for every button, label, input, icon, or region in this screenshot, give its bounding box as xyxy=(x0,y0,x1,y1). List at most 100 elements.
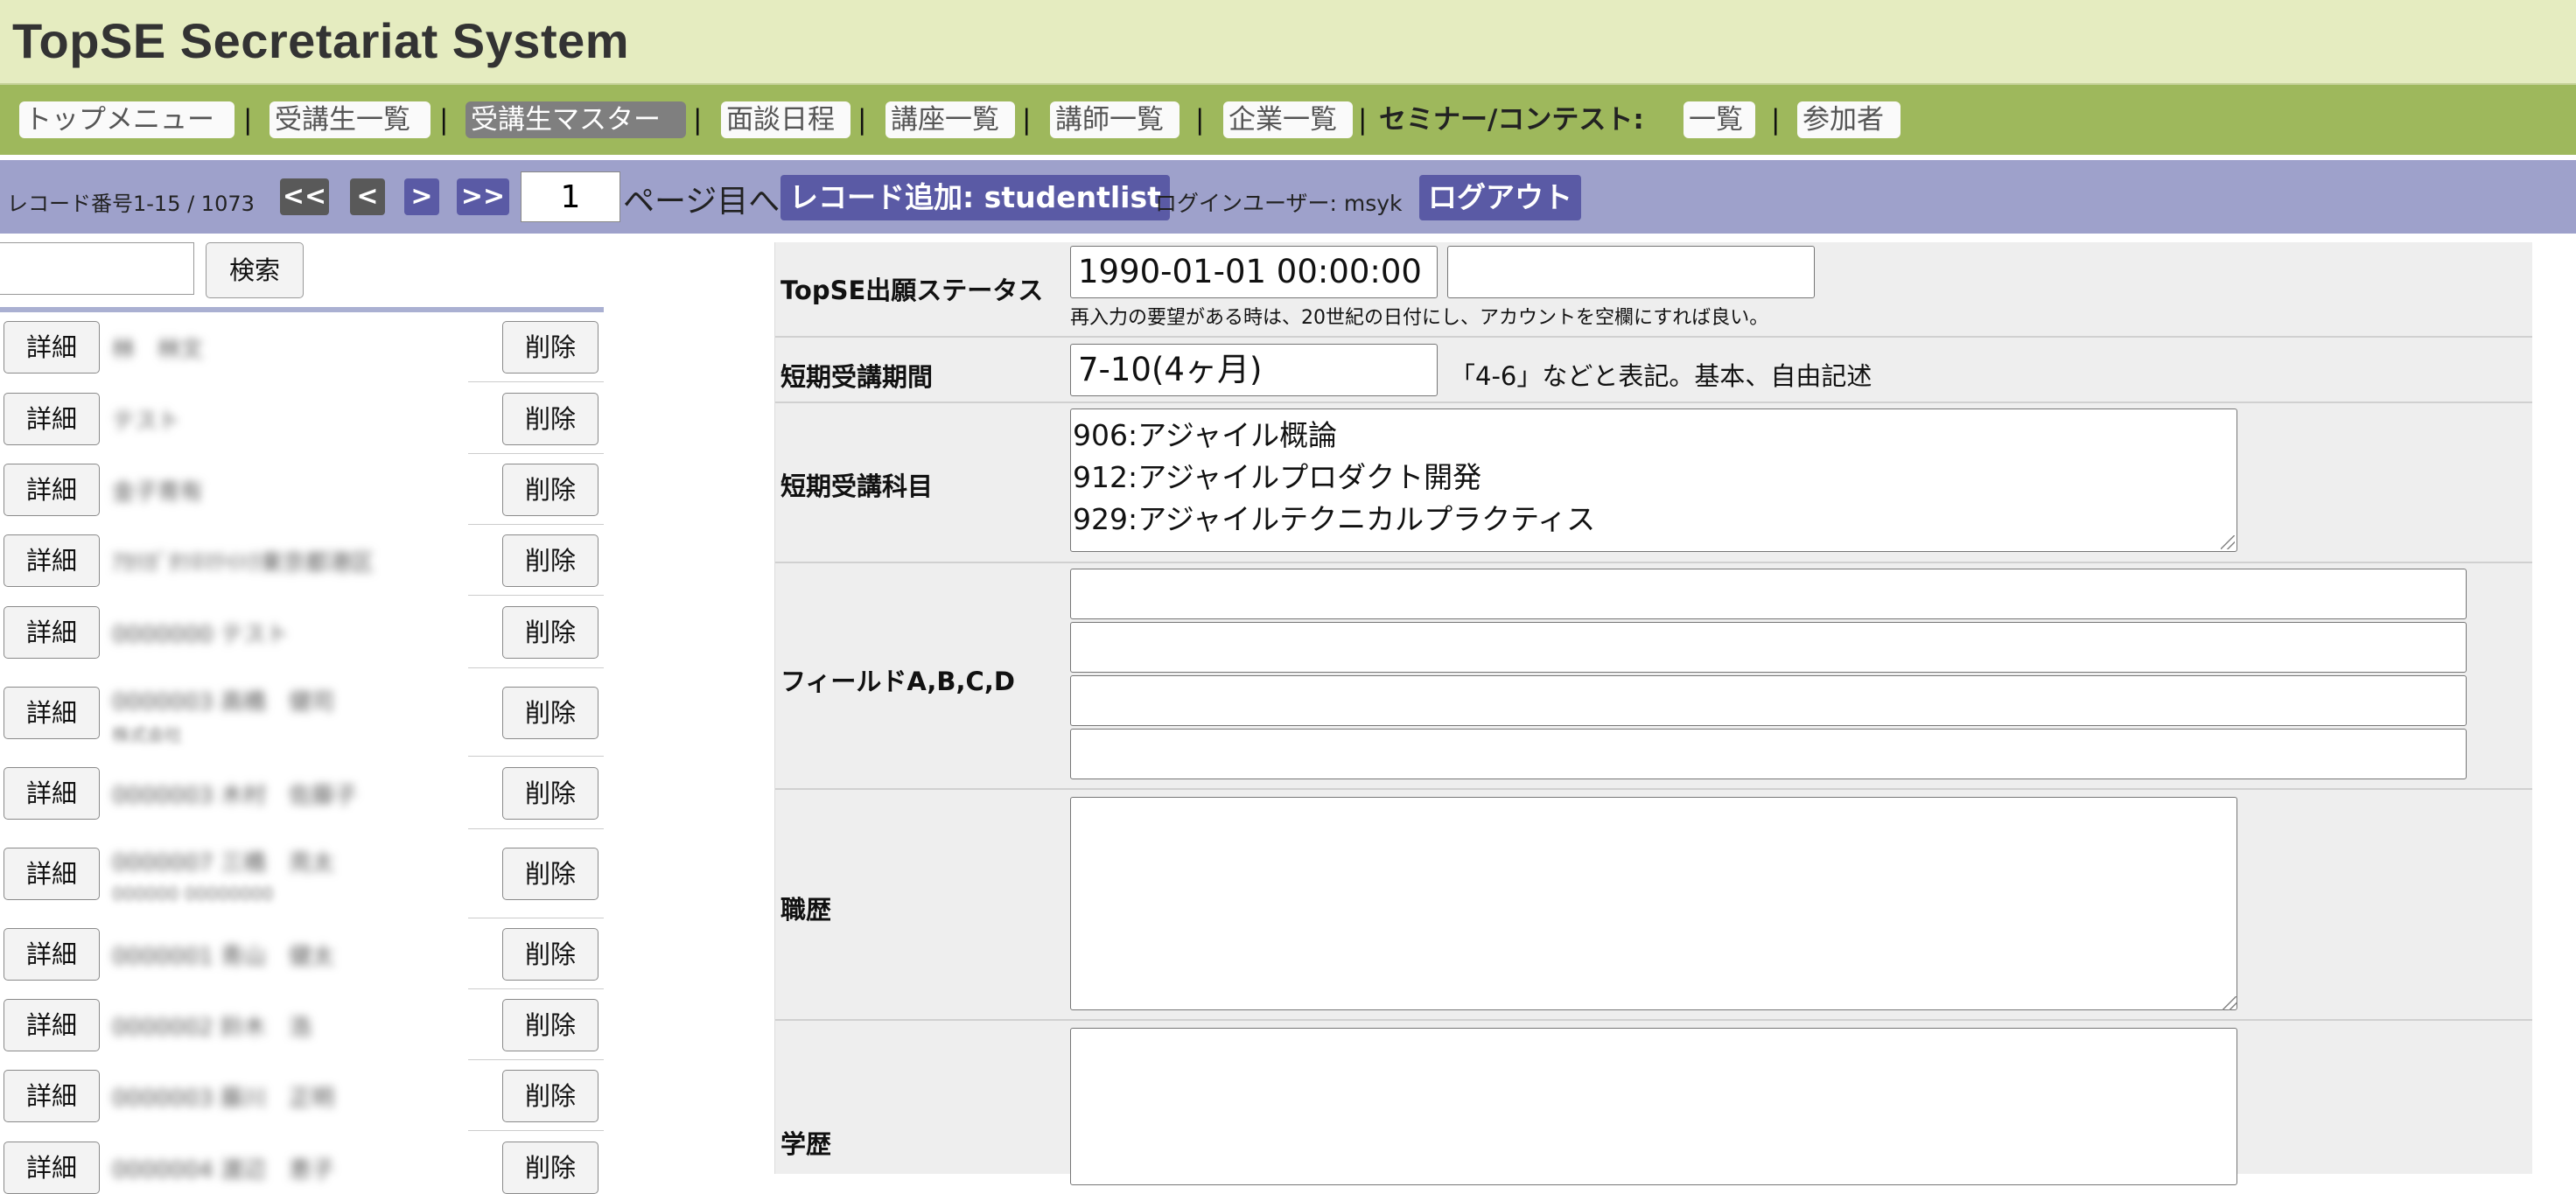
nav-separator: | xyxy=(243,104,253,136)
record-detail-form: TopSE出願ステータス 1990-01-01 00:00:00 再入力の要望が… xyxy=(774,242,2532,1185)
detail-button[interactable]: 詳細 xyxy=(4,534,100,587)
subjects-textarea[interactable]: 906:アジャイル概論 912:アジャイルプロダクト開発 929:アジャイルテク… xyxy=(1070,408,2237,552)
fields-row: フィールドA,B,C,D xyxy=(775,563,2532,790)
detail-button[interactable]: 詳細 xyxy=(4,606,100,659)
delete-button[interactable]: 削除 xyxy=(502,1142,598,1194)
detail-button[interactable]: 詳細 xyxy=(4,393,100,445)
education-label: 学歴 xyxy=(780,1129,832,1159)
list-item: 詳細 金子育有 削除 xyxy=(0,454,604,525)
delete-button[interactable]: 削除 xyxy=(502,928,598,981)
education-textarea[interactable] xyxy=(1070,1028,2237,1185)
delete-button[interactable]: 削除 xyxy=(502,464,598,516)
list-item: 詳細 0000002 鈴木 浩 削除 xyxy=(0,989,604,1060)
list-item: 詳細 0000007 三橋 亮太 000000 00000000 削除 xyxy=(0,829,604,918)
nav-seminar-list[interactable]: 一覧 xyxy=(1684,101,1755,138)
delete-button[interactable]: 削除 xyxy=(502,606,598,659)
resize-handle-icon[interactable] xyxy=(2222,996,2236,1010)
detail-button[interactable]: 詳細 xyxy=(4,999,100,1051)
nav-separator: | xyxy=(1195,104,1205,136)
record-name: 金子育有 xyxy=(112,479,204,506)
page-number-input[interactable] xyxy=(521,171,620,222)
period-input[interactable]: 7-10(4ヶ月) xyxy=(1070,344,1438,396)
nav-lecturer-list[interactable]: 講師一覧 xyxy=(1050,101,1180,138)
nav-course-list[interactable]: 講座一覧 xyxy=(886,101,1015,138)
detail-button[interactable]: 詳細 xyxy=(4,687,100,739)
list-item: 詳細 林 林文 削除 xyxy=(0,312,604,382)
career-label: 職歴 xyxy=(780,895,832,925)
delete-button[interactable]: 削除 xyxy=(502,321,598,374)
detail-button[interactable]: 詳細 xyxy=(4,848,100,900)
record-name: 0000003 木村 佐藤子 xyxy=(112,783,358,809)
delete-button[interactable]: 削除 xyxy=(502,393,598,445)
nav-participants[interactable]: 参加者 xyxy=(1797,101,1900,138)
delete-button[interactable]: 削除 xyxy=(502,848,598,900)
nav-interview-schedule[interactable]: 面談日程 xyxy=(721,101,850,138)
field-b-input[interactable] xyxy=(1070,622,2467,673)
record-name: 0000003 高橋 健司 xyxy=(112,689,335,716)
delete-button[interactable]: 削除 xyxy=(502,767,598,820)
detail-button[interactable]: 詳細 xyxy=(4,1070,100,1122)
login-user: ログインユーザー: msyk xyxy=(1155,191,1403,216)
main-nav: トップメニュー | 受講生一覧 | 受講生マスター | 面談日程 | 講座一覧 … xyxy=(0,85,2576,160)
delete-button[interactable]: 削除 xyxy=(502,687,598,739)
nav-separator: | xyxy=(1771,104,1781,136)
field-a-input[interactable] xyxy=(1070,569,2467,619)
first-page-button[interactable]: << xyxy=(280,178,329,215)
nav-separator: | xyxy=(1022,104,1032,136)
nav-separator: | xyxy=(858,104,867,136)
list-item: 詳細 ｱｶﾘｶﾞﾀﾂﾈﾏﾃｲﾊﾗ東京都港区 削除 xyxy=(0,525,604,596)
record-subtext: 000000 00000000 xyxy=(112,883,274,904)
field-d-input[interactable] xyxy=(1070,729,2467,779)
record-name: 0000001 青山 健太 xyxy=(112,944,335,970)
resize-handle-icon[interactable] xyxy=(2221,535,2235,549)
period-label: 短期受講期間 xyxy=(780,362,934,392)
nav-separator: | xyxy=(1358,104,1368,136)
nav-top-menu[interactable]: トップメニュー xyxy=(19,101,234,138)
status-account-input[interactable] xyxy=(1447,246,1815,298)
record-name: 0000002 鈴木 浩 xyxy=(112,1015,312,1041)
search-button[interactable]: 検索 xyxy=(206,242,304,298)
status-date-input[interactable]: 1990-01-01 00:00:00 xyxy=(1070,246,1438,298)
record-range: レコード番号1-15 / 1073 xyxy=(7,192,255,216)
record-subtext: 株式会社 xyxy=(112,724,182,745)
subject-line: 912:アジャイルプロダクト開発 xyxy=(1073,460,1482,494)
list-item: 詳細 0000001 青山 健太 削除 xyxy=(0,918,604,989)
detail-button[interactable]: 詳細 xyxy=(4,321,100,374)
list-item: 詳細 0000003 高橋 健司 株式会社 削除 xyxy=(0,668,604,757)
next-page-button[interactable]: > xyxy=(404,178,439,215)
subjects-label: 短期受講科目 xyxy=(780,471,934,501)
detail-button[interactable]: 詳細 xyxy=(4,767,100,820)
detail-button[interactable]: 詳細 xyxy=(4,464,100,516)
nav-company-list[interactable]: 企業一覧 xyxy=(1223,101,1353,138)
record-name: 0000003 藤川 正明 xyxy=(112,1086,335,1112)
detail-button[interactable]: 詳細 xyxy=(4,1142,100,1194)
delete-button[interactable]: 削除 xyxy=(502,534,598,587)
last-page-button[interactable]: >> xyxy=(457,178,509,215)
search-input[interactable] xyxy=(0,242,194,295)
record-name: ｱｶﾘｶﾞﾀﾂﾈﾏﾃｲﾊﾗ東京都港区 xyxy=(112,550,374,576)
add-record-button[interactable]: レコード追加: studentlist xyxy=(780,175,1170,220)
prev-page-button[interactable]: < xyxy=(350,178,385,215)
detail-button[interactable]: 詳細 xyxy=(4,928,100,981)
record-name: 0000000 テスト xyxy=(112,622,290,648)
education-row: 学歴 xyxy=(775,1021,2532,1185)
subject-line: 929:アジャイルテクニカルプラクティス xyxy=(1073,502,1596,536)
list-item: 詳細 テスト 削除 xyxy=(0,382,604,454)
record-name: 0000007 三橋 亮太 xyxy=(112,850,335,876)
nav-student-list[interactable]: 受講生一覧 xyxy=(270,101,430,138)
nav-seminar-label: セミナー/コンテスト: xyxy=(1379,104,1644,136)
career-textarea[interactable] xyxy=(1070,797,2237,1010)
status-label: TopSE出願ステータス xyxy=(780,276,1044,305)
delete-button[interactable]: 削除 xyxy=(502,1070,598,1122)
nav-separator: | xyxy=(693,104,703,136)
field-c-input[interactable] xyxy=(1070,675,2467,726)
delete-button[interactable]: 削除 xyxy=(502,999,598,1051)
list-item: 詳細 0000003 木村 佐藤子 削除 xyxy=(0,757,604,829)
status-row: TopSE出願ステータス 1990-01-01 00:00:00 再入力の要望が… xyxy=(775,242,2532,338)
logout-button[interactable]: ログアウト xyxy=(1419,175,1581,220)
list-item: 詳細 0000003 藤川 正明 削除 xyxy=(0,1060,604,1131)
list-item: 詳細 0000004 渡辺 恵子 削除 xyxy=(0,1131,604,1194)
nav-student-master[interactable]: 受講生マスター xyxy=(466,101,686,138)
record-name: 0000004 渡辺 恵子 xyxy=(112,1157,335,1184)
fields-label: フィールドA,B,C,D xyxy=(780,667,1015,696)
